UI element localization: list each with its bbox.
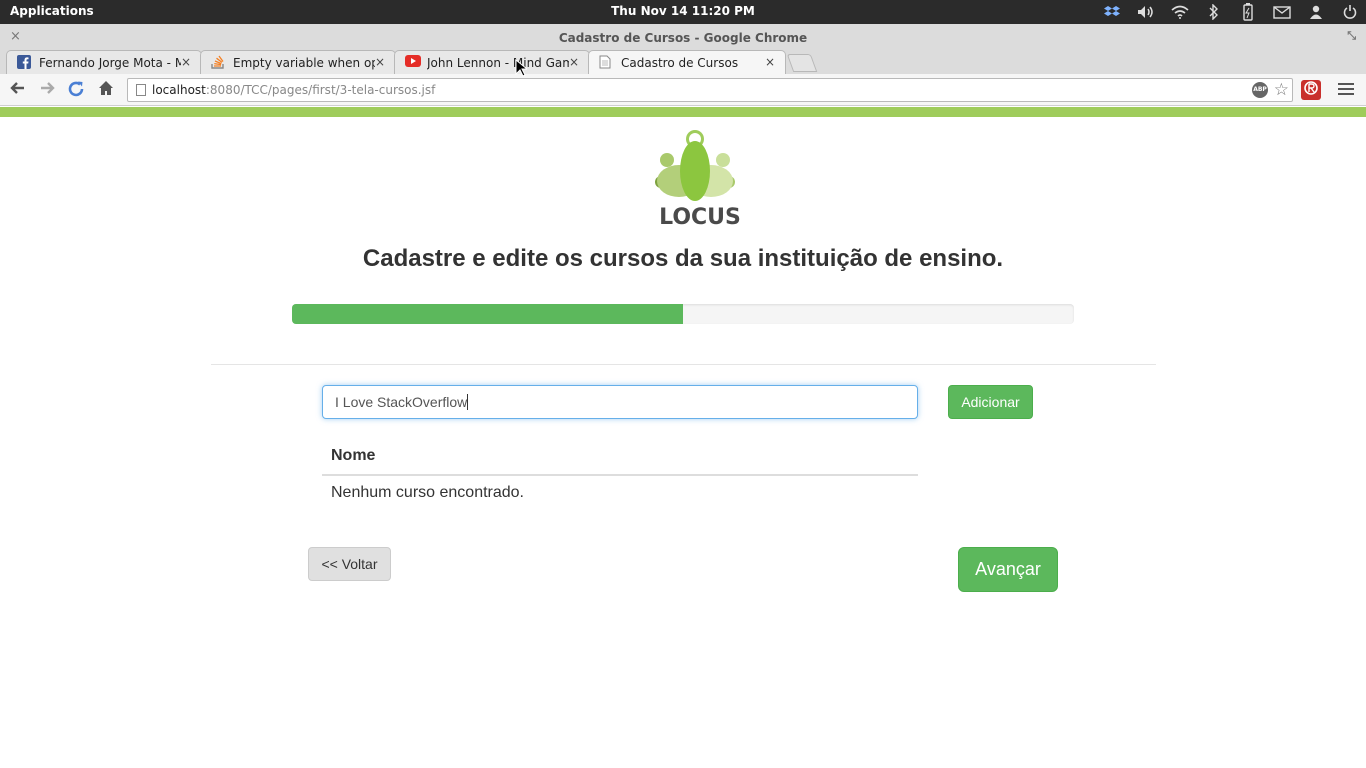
system-tray [1102,2,1360,22]
facebook-icon [17,55,33,69]
tab-close-icon[interactable]: × [765,55,775,69]
wifi-icon[interactable] [1170,3,1190,21]
address-bar[interactable]: localhost:8080/TCC/pages/first/3-tela-cu… [127,78,1293,102]
youtube-icon [405,55,421,69]
header-accent-bar [0,107,1366,117]
url-path: :8080/TCC/pages/first/3-tela-cursos.jsf [205,83,436,97]
tab-cadastro-de-cursos[interactable]: Cadastro de Cursos × [588,50,786,74]
divider [211,364,1156,365]
next-button[interactable]: Avançar [958,547,1058,592]
browser-toolbar: localhost:8080/TCC/pages/first/3-tela-cu… [0,74,1366,106]
home-icon[interactable] [95,80,117,100]
system-top-panel: Applications Thu Nov 14 11:20 PM [0,0,1366,24]
adblock-icon[interactable]: ABP [1252,82,1268,98]
tab-label: John Lennon - Mind Games [427,56,569,70]
tab-facebook[interactable]: Fernando Jorge Mota - Mes × [6,50,202,74]
stackoverflow-icon [211,55,227,69]
progress-bar [292,304,1074,324]
logo-text: LOCUS [659,205,741,230]
tab-youtube[interactable]: John Lennon - Mind Games × [394,50,590,74]
back-arrow-icon[interactable] [7,80,29,100]
course-name-input[interactable]: I Love StackOverflow [322,385,918,419]
tab-close-icon[interactable]: × [181,55,191,69]
user-icon[interactable] [1306,3,1326,21]
locus-logo: LOCUS [652,125,742,235]
table-empty-message: Nenhum curso encontrado. [331,484,524,501]
extension-icon[interactable] [1301,80,1321,100]
tab-label: Empty variable when open [233,56,375,70]
page-icon [599,55,615,69]
dropbox-icon[interactable] [1102,3,1122,21]
volume-icon[interactable] [1136,3,1156,21]
back-button[interactable]: << Voltar [308,547,391,581]
chrome-menu-icon[interactable] [1338,81,1354,97]
tab-strip: Fernando Jorge Mota - Mes × Empty variab… [0,48,1366,74]
add-course-button[interactable]: Adicionar [948,385,1033,419]
page-icon [136,84,146,96]
tab-close-icon[interactable]: × [569,55,579,69]
bookmark-star-icon[interactable]: ☆ [1274,79,1289,101]
forward-arrow-icon[interactable] [36,80,58,100]
window-title: Cadastro de Cursos - Google Chrome [558,31,808,45]
window-title-bar: × Cadastro de Cursos - Google Chrome ⤡ [0,24,1366,50]
new-tab-button[interactable] [786,54,818,72]
text-caret [467,394,469,410]
progress-bar-fill [292,304,683,324]
tab-stackoverflow[interactable]: Empty variable when open × [200,50,396,74]
tab-label: Fernando Jorge Mota - Mes [39,56,181,70]
mouse-pointer-icon [515,59,527,77]
url-host: localhost [152,83,206,97]
power-icon[interactable] [1340,3,1360,21]
locus-logo-mark [655,130,735,201]
tab-close-icon[interactable]: × [375,55,385,69]
reload-icon[interactable] [65,80,87,100]
table-header-nome: Nome [322,444,918,476]
mail-icon[interactable] [1272,3,1292,21]
course-name-input-value: I Love StackOverflow [335,394,468,410]
window-restore-icon[interactable]: ⤡ [1347,29,1356,43]
bluetooth-icon[interactable] [1204,3,1224,21]
page-title: Cadastre e edite os cursos da sua instit… [362,245,1004,272]
tab-label: Cadastro de Cursos [621,56,739,70]
battery-icon[interactable] [1238,3,1258,21]
